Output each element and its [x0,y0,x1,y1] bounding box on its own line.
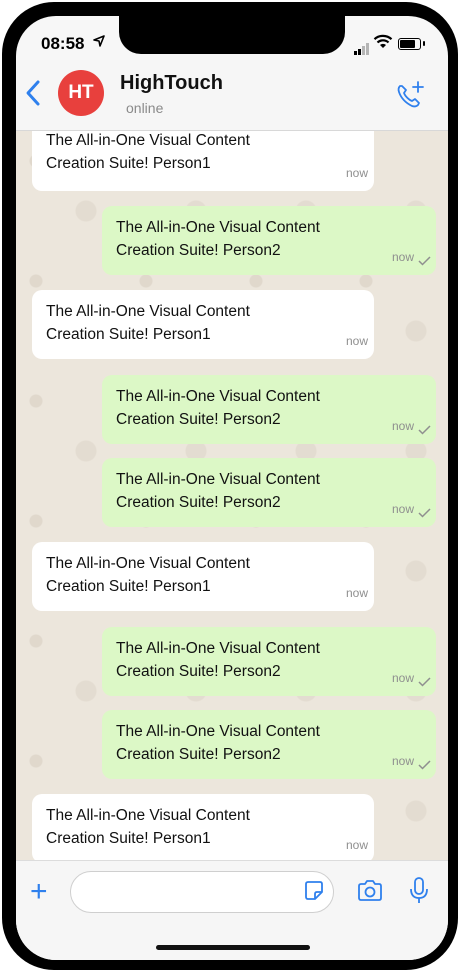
message-time: now [345,838,368,852]
sent-check-icon [418,425,431,435]
composer-bar: + [16,860,448,960]
message-time: now [391,419,414,433]
message-list[interactable]: The All-in-One Visual Content Creation S… [16,131,448,860]
message-bubble-outgoing[interactable]: The All-in-One Visual Content Creation S… [102,710,436,779]
status-time: 08:58 [41,34,85,53]
sticker-icon[interactable] [302,879,326,903]
message-time: now [391,671,414,685]
message-time: now [345,166,368,180]
home-indicator[interactable] [156,945,310,950]
chat-header: HT HighTouch online [16,60,448,131]
battery-icon [398,38,421,50]
avatar[interactable]: HT [58,70,104,116]
screen: 08:58 HT HighTouch online The All-in-One… [16,16,448,960]
message-time: now [345,334,368,348]
message-text: The All-in-One Visual Content Creation S… [116,640,320,680]
message-text: The All-in-One Visual Content Creation S… [46,132,250,172]
sent-check-icon [418,677,431,687]
message-text: The All-in-One Visual Content Creation S… [46,303,250,343]
message-time: now [391,754,414,768]
battery-tip [423,41,425,46]
sent-check-icon [418,508,431,518]
add-call-icon[interactable] [394,80,426,112]
microphone-icon[interactable] [409,876,429,906]
message-time: now [391,502,414,516]
message-text: The All-in-One Visual Content Creation S… [116,471,320,511]
message-input-container[interactable] [70,871,334,913]
message-bubble-incoming[interactable]: The All-in-One Visual Content Creation S… [32,542,374,611]
signal-icon [354,37,370,55]
message-bubble-outgoing[interactable]: The All-in-One Visual Content Creation S… [102,375,436,444]
message-text: The All-in-One Visual Content Creation S… [116,388,320,428]
phone-frame: 08:58 HT HighTouch online The All-in-One… [2,2,458,970]
message-text: The All-in-One Visual Content Creation S… [46,807,250,847]
message-text: The All-in-One Visual Content Creation S… [116,219,320,259]
notch [119,16,345,54]
message-bubble-outgoing[interactable]: The All-in-One Visual Content Creation S… [102,627,436,696]
message-bubble-incoming[interactable]: The All-in-One Visual Content Creation S… [32,131,374,191]
sent-check-icon [418,760,431,770]
camera-icon[interactable] [356,879,384,903]
message-bubble-incoming[interactable]: The All-in-One Visual Content Creation S… [32,794,374,860]
presence-status: online [126,100,164,116]
message-text: The All-in-One Visual Content Creation S… [116,723,320,763]
contact-name[interactable]: HighTouch [120,72,223,95]
message-bubble-outgoing[interactable]: The All-in-One Visual Content Creation S… [102,206,436,275]
message-time: now [391,250,414,264]
chevron-left-icon[interactable] [24,79,42,107]
message-input[interactable] [85,872,299,912]
message-bubble-outgoing[interactable]: The All-in-One Visual Content Creation S… [102,458,436,527]
message-bubble-incoming[interactable]: The All-in-One Visual Content Creation S… [32,290,374,359]
wifi-icon [373,34,393,48]
message-text: The All-in-One Visual Content Creation S… [46,555,250,595]
plus-icon[interactable]: + [30,877,48,907]
message-time: now [345,586,368,600]
location-arrow-icon [93,35,105,47]
sent-check-icon [418,256,431,266]
